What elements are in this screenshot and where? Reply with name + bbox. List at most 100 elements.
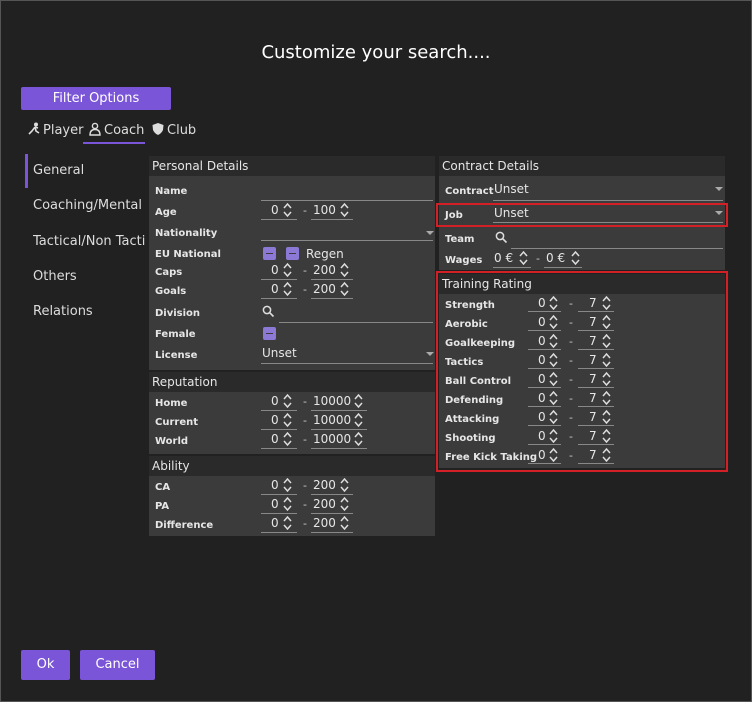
difference-to[interactable]: 200	[313, 516, 336, 530]
ca-to[interactable]: 200	[313, 478, 336, 492]
eu-national-label: EU National	[155, 249, 221, 260]
filter-options-button[interactable]: Filter Options	[21, 87, 171, 110]
world-to-underline	[311, 448, 367, 449]
difference-to-underline	[311, 532, 353, 533]
nav-relations[interactable]: Relations	[33, 304, 93, 319]
tab-coach[interactable]: Coach	[88, 119, 144, 138]
regen-checkbox[interactable]	[286, 247, 299, 260]
home-label: Home	[155, 398, 188, 409]
nav-general[interactable]: General	[25, 154, 84, 188]
wages-from-spinner[interactable]	[519, 250, 528, 266]
world-from[interactable]: 0	[271, 432, 279, 446]
wages-to-spinner[interactable]	[571, 250, 580, 266]
female-checkbox[interactable]	[263, 327, 276, 340]
nav-tactical[interactable]: Tactical/Non Tactic	[33, 234, 145, 249]
ca-label: CA	[155, 482, 171, 493]
home-to-spinner[interactable]	[354, 393, 363, 409]
home-to[interactable]: 10000	[313, 394, 351, 408]
caps-from-underline	[261, 279, 297, 280]
personal-details-panel: Personal Details Name Age 0 - 100 Nation…	[149, 156, 435, 370]
current-to[interactable]: 10000	[313, 413, 351, 427]
license-select[interactable]	[261, 363, 433, 364]
nationality-select[interactable]	[261, 240, 433, 241]
goals-to-spinner[interactable]	[340, 281, 349, 297]
division-label: Division	[155, 308, 201, 319]
wages-to[interactable]: 0 €	[546, 251, 565, 265]
caps-from[interactable]: 0	[271, 263, 279, 277]
ok-button[interactable]: Ok	[21, 650, 70, 680]
wages-dash: -	[536, 252, 540, 265]
division-input[interactable]	[279, 322, 433, 323]
tab-club-label: Club	[167, 123, 197, 138]
team-input[interactable]	[511, 248, 723, 249]
ca-from-spinner[interactable]	[283, 477, 292, 493]
eu-national-checkbox[interactable]	[263, 247, 276, 260]
age-label: Age	[155, 207, 177, 218]
caps-dash: -	[303, 264, 307, 277]
home-from-spinner[interactable]	[283, 393, 292, 409]
ca-to-underline	[311, 494, 353, 495]
age-to-spinner[interactable]	[340, 202, 349, 218]
nav-others[interactable]: Others	[33, 269, 77, 284]
search-icon[interactable]	[262, 305, 275, 318]
wages-label: Wages	[445, 255, 483, 266]
current-to-spinner[interactable]	[354, 412, 363, 428]
contract-select[interactable]	[493, 200, 723, 201]
current-dash: -	[303, 414, 307, 427]
current-from-spinner[interactable]	[283, 412, 292, 428]
goals-from-spinner[interactable]	[283, 281, 292, 297]
difference-from[interactable]: 0	[271, 516, 279, 530]
shield-icon	[152, 123, 164, 135]
caps-to-spinner[interactable]	[340, 262, 349, 278]
nav-coaching-mental[interactable]: Coaching/Mental	[33, 198, 142, 213]
cancel-button[interactable]: Cancel	[80, 650, 155, 680]
pa-from[interactable]: 0	[271, 497, 279, 511]
home-to-underline	[311, 410, 367, 411]
goals-from[interactable]: 0	[271, 282, 279, 296]
caps-to[interactable]: 200	[313, 263, 336, 277]
current-from[interactable]: 0	[271, 413, 279, 427]
license-dropdown-icon[interactable]	[426, 352, 434, 356]
goals-to[interactable]: 200	[313, 282, 336, 296]
age-dash: -	[303, 204, 307, 217]
tab-coach-label: Coach	[104, 123, 145, 138]
world-from-spinner[interactable]	[283, 431, 292, 447]
difference-label: Difference	[155, 520, 214, 531]
difference-to-spinner[interactable]	[340, 515, 349, 531]
nationality-dropdown-icon[interactable]	[426, 231, 434, 235]
team-search-icon[interactable]	[495, 231, 508, 244]
age-to-underline	[311, 219, 353, 220]
ca-to-spinner[interactable]	[340, 477, 349, 493]
regen-label: Regen	[306, 247, 344, 261]
name-input[interactable]	[261, 200, 433, 201]
nationality-label: Nationality	[155, 228, 218, 239]
wages-from[interactable]: 0 €	[494, 251, 513, 265]
pa-to-spinner[interactable]	[340, 496, 349, 512]
tab-player[interactable]: Player	[27, 119, 83, 138]
home-dash: -	[303, 395, 307, 408]
tab-club[interactable]: Club	[151, 119, 196, 138]
goals-to-underline	[311, 298, 353, 299]
pa-to[interactable]: 200	[313, 497, 336, 511]
age-from-spinner[interactable]	[283, 202, 292, 218]
contract-value[interactable]: Unset	[494, 182, 529, 196]
age-to[interactable]: 100	[313, 203, 336, 217]
contract-dropdown-icon[interactable]	[715, 187, 723, 191]
ca-dash: -	[303, 479, 307, 492]
caps-from-spinner[interactable]	[283, 262, 292, 278]
ca-from[interactable]: 0	[271, 478, 279, 492]
goals-from-underline	[261, 298, 297, 299]
current-label: Current	[155, 417, 199, 428]
age-from[interactable]: 0	[271, 203, 279, 217]
training-highlight	[436, 271, 728, 472]
pa-from-spinner[interactable]	[283, 496, 292, 512]
home-from[interactable]: 0	[271, 394, 279, 408]
tab-coach-underline	[83, 142, 145, 144]
tab-player-label: Player	[43, 123, 84, 138]
license-value[interactable]: Unset	[262, 346, 297, 360]
world-to-spinner[interactable]	[354, 431, 363, 447]
goals-label: Goals	[155, 286, 187, 297]
difference-from-spinner[interactable]	[283, 515, 292, 531]
world-to[interactable]: 10000	[313, 432, 351, 446]
coach-icon	[89, 122, 101, 136]
